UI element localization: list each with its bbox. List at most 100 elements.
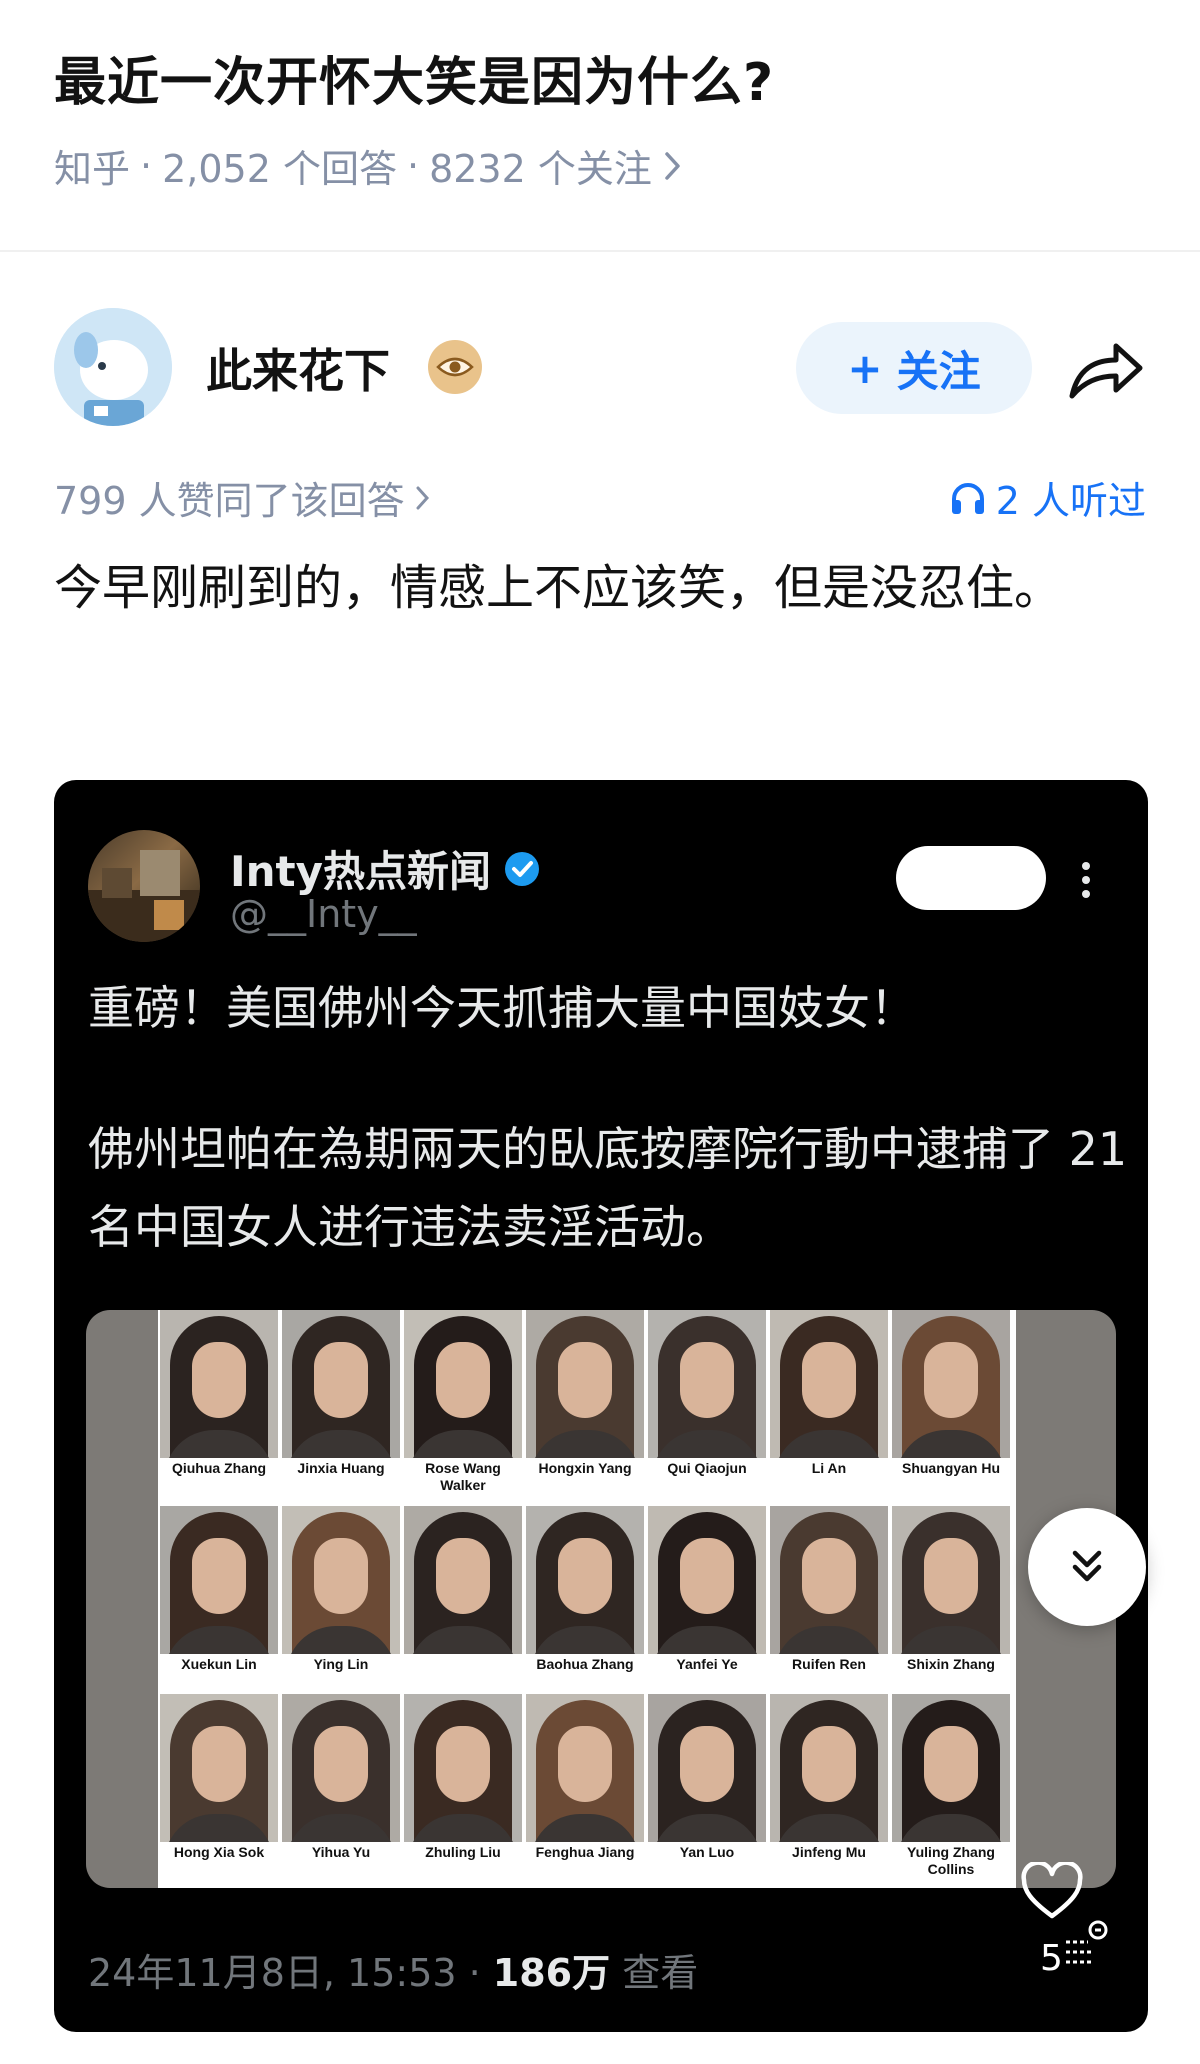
mugshot-row: Qiuhua Zhang Jinxia Huang Rose Wang Walker…: [158, 1310, 1016, 1496]
mugshot-photo: [282, 1310, 400, 1458]
meta-separator: ·: [140, 143, 153, 188]
mugshot-name: [402, 1654, 524, 1692]
mugshot: Baohua Zhang: [524, 1506, 646, 1692]
question-meta[interactable]: 知乎 · 2,052 个回答 · 8232 个关注: [54, 138, 684, 193]
follows-count: 8232 个关注: [429, 147, 652, 191]
chevron-right-icon: [665, 151, 680, 180]
tweet-body: 佛州坦帕在為期兩天的臥底按摩院行動中逮捕了 21 名中国女人进行违法卖淫活动。: [88, 1122, 1128, 1254]
mugshot: Rose Wang Walker: [402, 1310, 524, 1496]
mugshot-photo: [648, 1310, 766, 1458]
chevron-right-icon: [416, 486, 429, 509]
tweet-views: 186万: [492, 1951, 611, 1995]
mugshot: Yihua Yu: [280, 1694, 402, 1880]
tweet-display-name: Inty热点新闻: [230, 847, 491, 896]
mugshot-sheet: Qiuhua Zhang Jinxia Huang Rose Wang Walker…: [158, 1310, 1016, 1888]
mugshot-photo: [892, 1506, 1010, 1654]
author-avatar[interactable]: [54, 308, 172, 426]
plus-icon: +: [847, 343, 883, 393]
tweet-handle: @__Inty__: [230, 892, 417, 936]
mugshot: Qui Qiaojun: [646, 1310, 768, 1496]
author-name[interactable]: 此来花下: [206, 335, 390, 401]
mugshot-photo: [282, 1694, 400, 1842]
agree-count[interactable]: 799 人赞同了该回答: [54, 470, 433, 525]
question-source: 知乎: [54, 147, 131, 191]
mugshot-name: Jinfeng Mu: [792, 1844, 866, 1860]
mugshot-photo: [770, 1310, 888, 1458]
section-divider: [0, 250, 1200, 252]
tweet-author: Inty热点新闻: [230, 838, 541, 899]
mugshot-photo: [526, 1694, 644, 1842]
tweet-follow-button: [896, 846, 1046, 910]
mugshot-photo: [404, 1506, 522, 1654]
mugshot: Ruifen Ren: [768, 1506, 890, 1692]
mugshot-name: Ying Lin: [313, 1656, 369, 1672]
mugshot-photo: [648, 1506, 766, 1654]
mugshot: Li An: [768, 1310, 890, 1496]
mugshot: Yanfei Ye: [646, 1506, 768, 1692]
mugshot: Yan Luo: [646, 1694, 768, 1880]
mugshot-name: Li An: [811, 1460, 847, 1476]
more-options-icon: [1082, 862, 1090, 898]
mugshot-name: Fenghua Jiang: [535, 1844, 635, 1860]
mugshot-name: Hongxin Yang: [538, 1460, 632, 1476]
mugshot: Jinxia Huang: [280, 1310, 402, 1496]
tweet-headline: 重磅！美国佛州今天抓捕大量中国妓女！: [88, 981, 916, 1035]
tweet-screenshot[interactable]: Inty热点新闻 @__Inty__ 重磅！美国佛州今天抓捕大量中国妓女！ 佛州…: [54, 780, 1148, 2032]
answer-text: 今早刚刷到的，情感上不应该笑，但是没忍住。: [54, 560, 1063, 616]
mugshot-row: Hong Xia Sok Yihua Yu Zhuling Liu Fenghua J…: [158, 1694, 1016, 1880]
mugshot-name: Yan Luo: [679, 1844, 735, 1860]
mugshot: Ying Lin: [280, 1506, 402, 1692]
comment-list-icon[interactable]: [1060, 1920, 1108, 1972]
mugshot-name: Zhuling Liu: [425, 1844, 501, 1860]
mugshot-row: Xuekun Lin Ying Lin Baohua Zhang Yanfei Ye R…: [158, 1506, 1016, 1692]
eye-badge-icon: [428, 340, 482, 394]
mugshot: Shuangyan Hu: [890, 1310, 1012, 1496]
mugshot: Hong Xia Sok: [158, 1694, 280, 1880]
share-icon[interactable]: [1066, 336, 1146, 402]
mugshot-name: Rose Wang Walker: [425, 1460, 501, 1493]
tweet-avatar: [88, 830, 200, 942]
mugshot: [402, 1506, 524, 1692]
verified-badge-icon: [504, 851, 539, 886]
mugshot-name: Hong Xia Sok: [173, 1844, 265, 1860]
mugshot: Xuekun Lin: [158, 1506, 280, 1692]
tweet-timestamp: 24年11月8日, 15:53 ·: [88, 1951, 493, 1995]
mugshot-photo: [770, 1694, 888, 1842]
mugshot-photo: [160, 1310, 278, 1458]
mugshot: Hongxin Yang: [524, 1310, 646, 1496]
mugshot-photo: [526, 1506, 644, 1654]
mugshot-photo: [160, 1506, 278, 1654]
mugshot-name: Xuekun Lin: [181, 1656, 257, 1672]
mugshot-name: Baohua Zhang: [536, 1656, 634, 1672]
question-title[interactable]: 最近一次开怀大笑是因为什么?: [54, 40, 774, 115]
tweet-footer: 24年11月8日, 15:53 · 186万 查看: [88, 1942, 698, 1997]
mugshot-photo: [282, 1506, 400, 1654]
mugshot-name: Yanfei Ye: [676, 1656, 738, 1672]
mugshot-name: Shuangyan Hu: [901, 1460, 1000, 1476]
follow-label: 关注: [896, 346, 981, 396]
answers-count: 2,052 个回答: [162, 147, 397, 191]
mugshot-name: Qiuhua Zhang: [171, 1460, 267, 1476]
listen-count[interactable]: 2 人听过: [950, 470, 1146, 525]
mugshot-photo: [526, 1310, 644, 1458]
mugshot-name: Qui Qiaojun: [667, 1460, 747, 1476]
heart-icon[interactable]: [1020, 1862, 1084, 1922]
follow-button[interactable]: + 关注: [796, 322, 1032, 414]
agree-text: 799 人赞同了该回答: [54, 479, 405, 523]
double-chevron-down-icon: [1072, 1550, 1102, 1582]
mugshot-name: Yuling Zhang Collins: [907, 1844, 995, 1877]
listen-text: 2 人听过: [995, 479, 1146, 523]
tweet-views-label: 查看: [610, 1951, 699, 1995]
mugshot-photo: [648, 1694, 766, 1842]
mugshot-name: Ruifen Ren: [792, 1656, 866, 1672]
mugshot-photo: [770, 1506, 888, 1654]
mugshot-photo: [404, 1694, 522, 1842]
mugshot-photo: [892, 1694, 1010, 1842]
mugshot-photo: [892, 1310, 1010, 1458]
scroll-down-button[interactable]: [1028, 1508, 1146, 1626]
mugshot: Yuling Zhang Collins: [890, 1694, 1012, 1880]
mugshot-photo: [404, 1310, 522, 1458]
mugshot-image: Qiuhua Zhang Jinxia Huang Rose Wang Walker…: [86, 1310, 1116, 1888]
mugshot: Fenghua Jiang: [524, 1694, 646, 1880]
headphones-icon: [951, 482, 984, 514]
